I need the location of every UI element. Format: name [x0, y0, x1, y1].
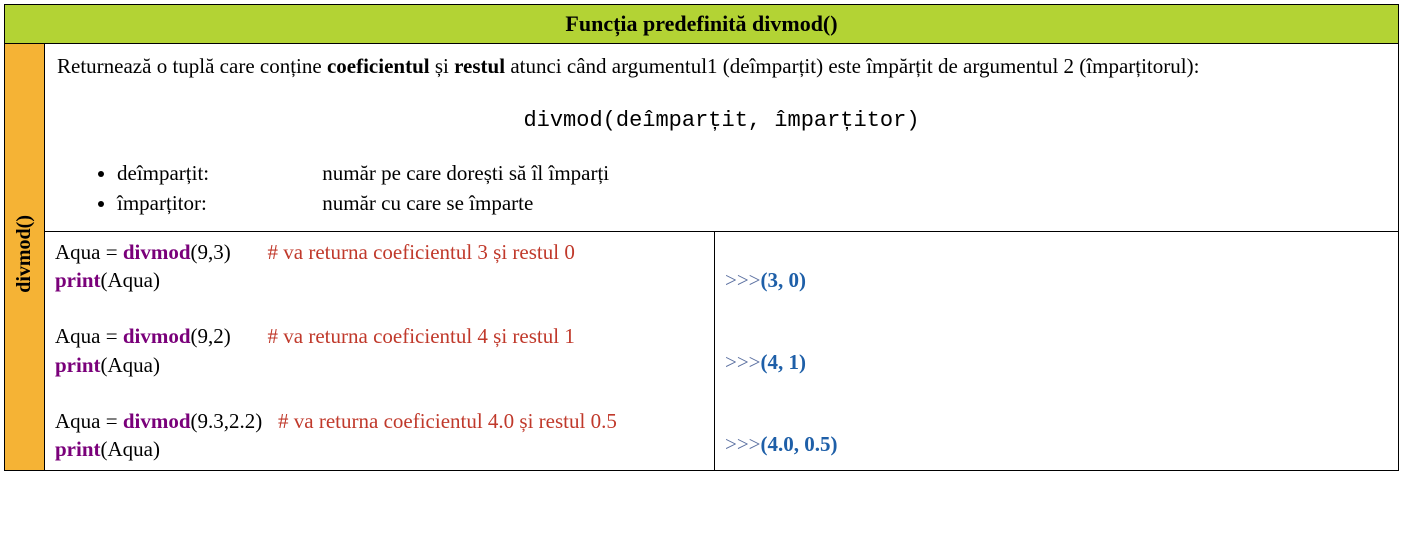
desc-seg-2: și — [430, 54, 455, 78]
code-line-4: print(Aqua) — [55, 351, 704, 379]
code-assign-3: = — [101, 409, 123, 433]
code-line-3: Aqua = divmod(9,2) # va returna coeficie… — [55, 322, 704, 350]
param-item-2: împarțitor: număr cu care se împarte — [117, 188, 1386, 218]
output-prompt-2: >>> — [725, 350, 761, 374]
code-line-2: print(Aqua) — [55, 266, 704, 294]
code-assign-1: = — [101, 240, 123, 264]
code-printarg-2: (Aqua) — [101, 353, 160, 377]
code-func-1: divmod — [123, 240, 191, 264]
code-line-1: Aqua = divmod(9,3) # va returna coeficie… — [55, 238, 704, 266]
param-name-1: deîmparțit: — [117, 159, 317, 187]
output-tuple-1: (3, 0) — [761, 268, 807, 292]
doc-table: Funcția predefinită divmod() divmod() Re… — [4, 4, 1399, 471]
code-print-2: print — [55, 353, 101, 377]
desc-bold-1: coeficientul — [327, 54, 430, 78]
description-cell: Returnează o tuplă care conține coeficie… — [45, 44, 1399, 232]
output-line-1: >>>(3, 0) — [725, 238, 1388, 294]
param-item-1: deîmparțit: număr pe care dorești să îl … — [117, 158, 1386, 188]
empty-line-2 — [55, 379, 704, 407]
param-list: deîmparțit: număr pe care dorești să îl … — [117, 158, 1386, 219]
code-printarg-3: (Aqua) — [101, 437, 160, 461]
example-row: Aqua = divmod(9,3) # va returna coeficie… — [5, 231, 1399, 470]
code-var-2: Aqua — [55, 324, 101, 348]
code-args-3: (9.3,2.2) — [191, 409, 263, 433]
header-title: Funcția predefinită divmod() — [5, 5, 1399, 44]
code-cell: Aqua = divmod(9,3) # va returna coeficie… — [45, 231, 715, 470]
code-print-3: print — [55, 437, 101, 461]
desc-seg-1: Returnează o tuplă care conține — [57, 54, 327, 78]
code-comment-2: # va returna coeficientul 4 și restul 1 — [268, 324, 575, 348]
output-line-3: >>>(4.0, 0.5) — [725, 402, 1388, 458]
desc-bold-2: restul — [454, 54, 505, 78]
output-tuple-3: (4.0, 0.5) — [761, 432, 838, 456]
code-printarg-1: (Aqua) — [101, 268, 160, 292]
code-print-1: print — [55, 268, 101, 292]
code-line-6: print(Aqua) — [55, 435, 704, 463]
code-func-3: divmod — [123, 409, 191, 433]
code-var-1: Aqua — [55, 240, 101, 264]
header-row: Funcția predefinită divmod() — [5, 5, 1399, 44]
empty-line-1 — [55, 294, 704, 322]
param-desc-2: număr cu care se împarte — [322, 191, 533, 215]
output-line-2: >>>(4, 1) — [725, 320, 1388, 376]
code-args-2: (9,2) — [191, 324, 231, 348]
code-line-5: Aqua = divmod(9.3,2.2) # va returna coef… — [55, 407, 704, 435]
function-signature: divmod(deîmparțit, împarțitor) — [57, 106, 1386, 136]
description-row: divmod() Returnează o tuplă care conține… — [5, 44, 1399, 232]
output-prompt-3: >>> — [725, 432, 761, 456]
code-var-3: Aqua — [55, 409, 101, 433]
desc-seg-3: atunci când argumentul1 (deîmparțit) est… — [505, 54, 1199, 78]
code-assign-2: = — [101, 324, 123, 348]
code-comment-3: # va returna coeficientul 4.0 și restul … — [278, 409, 617, 433]
code-args-1: (9,3) — [191, 240, 231, 264]
output-cell: >>>(3, 0) >>>(4, 1) >>>(4.0, 0.5) — [715, 231, 1399, 470]
side-label-text: divmod() — [13, 215, 36, 293]
output-tuple-2: (4, 1) — [761, 350, 807, 374]
param-desc-1: număr pe care dorești să îl împarți — [322, 161, 609, 185]
side-label-cell: divmod() — [5, 44, 45, 471]
code-func-2: divmod — [123, 324, 191, 348]
output-prompt-1: >>> — [725, 268, 761, 292]
code-comment-1: # va returna coeficientul 3 și restul 0 — [268, 240, 575, 264]
param-name-2: împarțitor: — [117, 189, 317, 217]
description-text: Returnează o tuplă care conține coeficie… — [57, 52, 1386, 80]
